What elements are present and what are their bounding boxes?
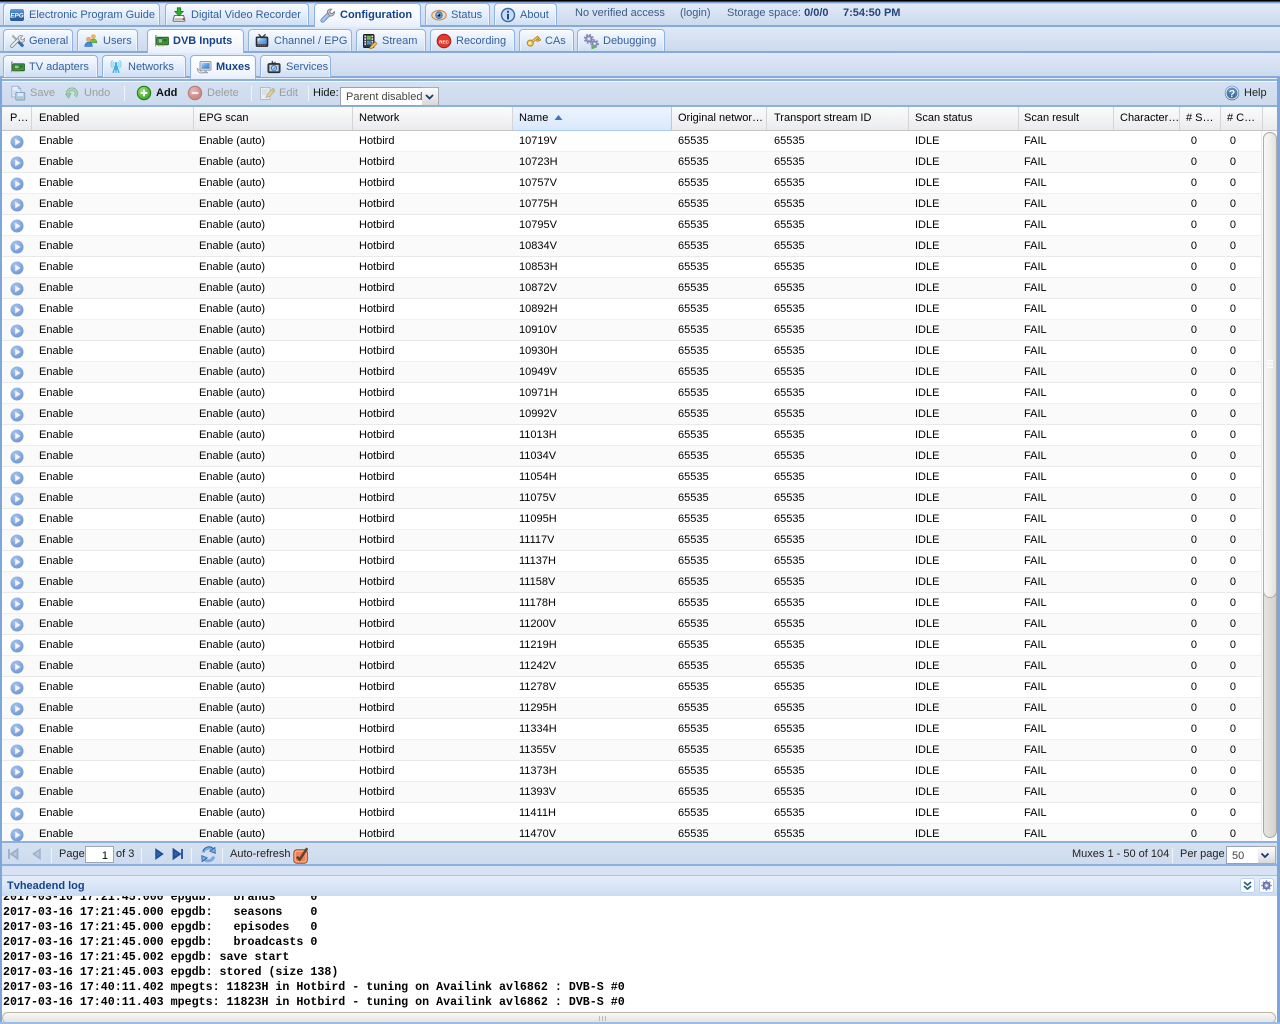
svg-text:REC: REC [439, 39, 449, 44]
svg-text:EPG: EPG [10, 13, 24, 20]
svg-text:?: ? [1229, 88, 1235, 100]
